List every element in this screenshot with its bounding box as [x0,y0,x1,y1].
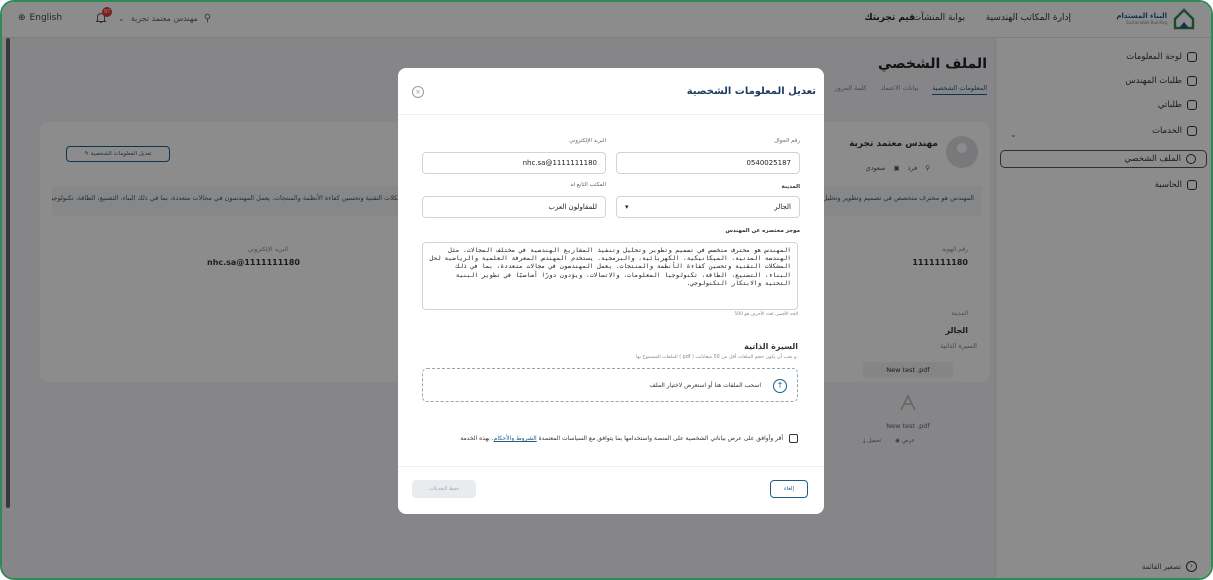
bio-textarea[interactable]: المهندس هو محترف متخصص في تصميم وتطوير و… [422,242,798,310]
cv-dropzone[interactable]: ↑ اسحب الملفات هنا أو استعرض لاختيار الم… [422,368,798,402]
close-icon[interactable]: × [412,86,424,98]
office-label: المكتب التابع له [570,182,606,188]
upload-icon: ↑ [773,379,787,393]
cancel-button[interactable]: إلغاء [770,480,808,498]
city-select-value: الجالر [774,203,791,211]
app-window: الملف الشخصي المعلومات الشخصية بيانات ال… [0,0,1213,580]
bio-char-hint: الحد الأقصى لعدد الأحرف هو 500 [734,312,798,317]
cv-section-title: السيرة الذاتية [744,342,798,351]
dropzone-text: اسحب الملفات هنا أو استعرض لاختيار الملف [649,382,761,389]
modal-footer-divider [398,466,824,467]
terms-link[interactable]: الشروط والأحكام [494,435,537,442]
consent-tail: . بهذه الخدمة [460,435,494,442]
email-label: البريد الإلكتروني [569,138,606,144]
edit-profile-modal: تعديل المعلومات الشخصية × رقم الجوال 054… [398,68,824,514]
mobile-label: رقم الجوال [774,138,800,144]
mobile-input[interactable]: 0540025187 [616,152,800,174]
consent-checkbox[interactable] [789,434,798,443]
consent-row: أقر وأوافق على عرض بياناتي الشخصية على ا… [460,434,798,443]
office-input[interactable]: للمقاولون العرب [422,196,606,218]
bio-label: موجز مختصره عن المهندس [725,228,800,234]
consent-text: أقر وأوافق على عرض بياناتي الشخصية على ا… [460,435,783,442]
email-input[interactable]: nhc.sa@1111111180 [422,152,606,174]
cv-section-hint: الملفات المسموح بها ( pdf ) و يجب أن يكو… [635,355,798,360]
consent-label: أقر وأوافق على عرض بياناتي الشخصية على ا… [538,435,783,442]
chevron-down-icon: ▾ [625,203,629,211]
modal-title: تعديل المعلومات الشخصية [686,86,816,97]
city-select[interactable]: ▾ الجالر [616,196,800,218]
city-label: المدينة [781,184,800,190]
modal-divider [398,114,824,115]
save-changes-button[interactable]: حفظ التعديلات [412,480,476,498]
